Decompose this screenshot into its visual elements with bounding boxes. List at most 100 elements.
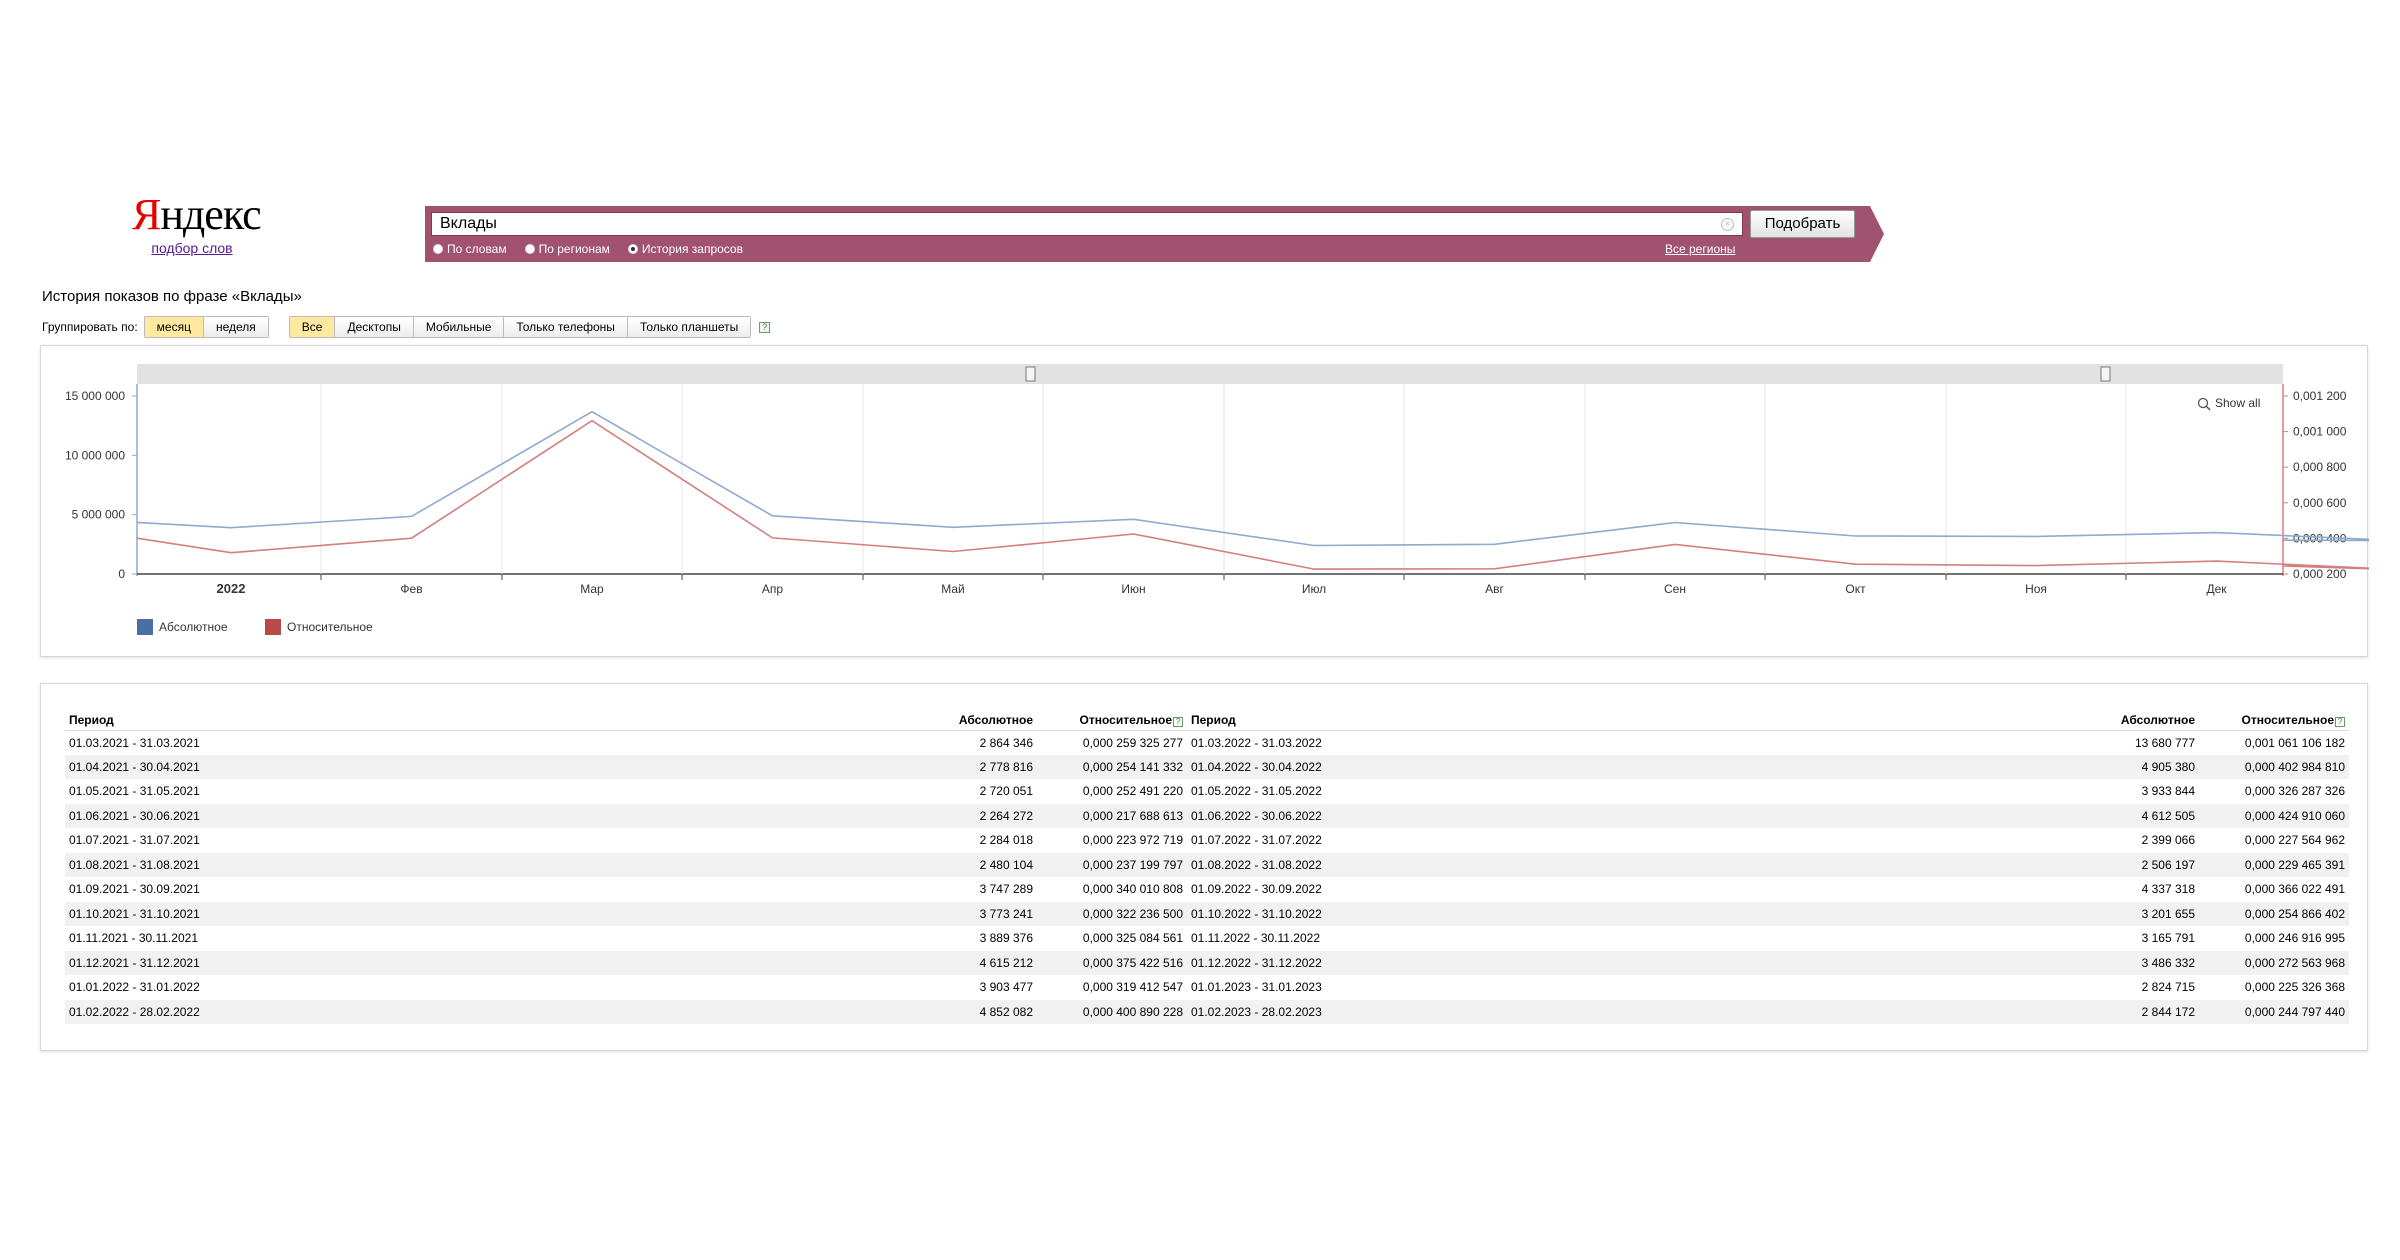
table-row: 01.11.2021 - 30.11.2021 3 889 376 0,000 32…	[65, 926, 1187, 951]
cell-relative: 0,000 402 984 810	[2199, 754, 2349, 779]
group-by-label: Группировать по:	[42, 320, 138, 334]
show-all-label[interactable]: Show all	[2215, 396, 2260, 410]
device-all-button[interactable]: Все	[289, 317, 336, 337]
device-mobile-button[interactable]: Мобильные	[413, 317, 505, 337]
cell-absolute: 3 903 477	[979, 980, 1033, 995]
yandex-logo[interactable]: Яндекс подбор слов	[132, 192, 262, 257]
cell-relative: 0,000 229 465 391	[2199, 852, 2349, 877]
table-header-row: Период Абсолютное Относительное?	[1187, 710, 2349, 731]
search-mode-radios: По словам По регионам История запросов	[433, 242, 743, 256]
cell-period: 01.10.2021 - 31.10.2021	[65, 901, 887, 926]
header-relative-label: Относительное	[1079, 712, 1172, 727]
search-input[interactable]: Вклады ×	[431, 212, 1743, 236]
device-desktop-button[interactable]: Десктопы	[335, 317, 414, 337]
cell-absolute: 2 720 051	[979, 784, 1033, 799]
show-all-button[interactable]: Show all	[2197, 396, 2261, 411]
y-tick-label-left: 15 000 000	[65, 389, 125, 403]
header-relative[interactable]: Относительное?	[1037, 710, 1187, 731]
cell-absolute: 2 264 272	[887, 803, 1037, 828]
cell-absolute: 2 778 816	[887, 754, 1037, 779]
table-row: 01.10.2021 - 31.10.2021 3 773 241 0,000 32…	[65, 901, 1187, 926]
table-row: 01.09.2022 - 30.09.2022 4 337 318 0,000 36…	[1187, 877, 2349, 902]
wordstat-link[interactable]: подбор слов	[132, 240, 252, 256]
logo-rest: ндекс	[160, 190, 261, 239]
y-tick-label-right: 0,000 800	[2293, 460, 2347, 474]
history-table-right: Период Абсолютное Относительное? 01.03.2…	[1187, 710, 2349, 1024]
help-icon[interactable]: ?	[759, 321, 771, 333]
cell-relative: 0,000 322 236 500	[1037, 901, 1187, 926]
header-absolute[interactable]: Абсолютное	[887, 710, 1037, 731]
cell-period: 01.11.2022 - 30.11.2022	[1191, 931, 1320, 946]
header-period: Период	[65, 710, 887, 731]
cell-absolute: 3 201 655	[2049, 901, 2199, 926]
submit-button[interactable]: Подобрать	[1750, 210, 1855, 238]
x-tick-label: Мар	[580, 582, 604, 596]
table-row: 01.03.2021 - 31.03.2021 2 864 346 0,000 25…	[65, 730, 1187, 755]
table-row: 01.05.2021 - 31.05.2021 2 720 051 0,000 25…	[65, 779, 1187, 804]
radio-icon[interactable]	[433, 244, 443, 254]
cell-relative: 0,000 272 563 968	[2199, 950, 2349, 975]
legend-label-absolute[interactable]: Абсолютное	[159, 620, 228, 634]
navigator-track[interactable]	[137, 364, 2283, 384]
cell-period: 01.11.2021 - 30.11.2021	[69, 931, 198, 946]
cell-period: 01.09.2021 - 30.09.2021	[69, 882, 200, 897]
cell-relative: 0,000 254 866 402	[2199, 901, 2349, 926]
table-row: 01.05.2022 - 31.05.2022 3 933 844 0,000 32…	[1187, 779, 2349, 804]
y-tick-label-right: 0,001 000	[2293, 425, 2347, 439]
radio-label: По словам	[447, 242, 507, 256]
radio-history[interactable]: История запросов	[627, 242, 743, 256]
table-header-row: Период Абсолютное Относительное?	[65, 710, 1187, 731]
group-month-button[interactable]: месяц	[144, 317, 204, 337]
help-icon[interactable]: ?	[2335, 716, 2345, 727]
cell-period: 01.10.2022 - 31.10.2022	[1187, 901, 2049, 926]
cell-relative: 0,000 375 422 516	[1037, 950, 1187, 975]
legend-label-relative[interactable]: Относительное	[287, 620, 373, 634]
cell-relative: 0,000 326 287 326	[2244, 784, 2345, 799]
table-row: 01.12.2021 - 31.12.2021 4 615 212 0,000 37…	[65, 950, 1187, 975]
x-tick-label: Ноя	[2025, 582, 2047, 596]
navigator-handle-left[interactable]	[1025, 366, 1036, 382]
cell-absolute: 3 773 241	[887, 901, 1037, 926]
x-tick-label: Дек	[2206, 582, 2227, 596]
cell-period: 01.03.2021 - 31.03.2021	[69, 735, 200, 750]
radio-by-words[interactable]: По словам	[433, 242, 507, 256]
cell-relative: 0,000 319 412 547	[1082, 980, 1183, 995]
cell-relative: 0,000 424 910 060	[2199, 803, 2349, 828]
search-input-value[interactable]: Вклады	[440, 215, 1721, 233]
cell-absolute: 2 824 715	[2141, 980, 2195, 995]
radio-selected-icon[interactable]	[627, 244, 638, 254]
cell-period: 01.06.2021 - 30.06.2021	[65, 803, 887, 828]
cell-absolute: 2 864 346	[979, 735, 1033, 750]
help-icon[interactable]: ?	[1173, 716, 1183, 727]
cell-period: 01.01.2022 - 31.01.2022	[69, 980, 200, 995]
clear-icon[interactable]: ×	[1721, 217, 1734, 231]
cell-period: 01.02.2023 - 28.02.2023	[1187, 999, 2049, 1024]
table-row: 01.06.2021 - 30.06.2021 2 264 272 0,000 21…	[65, 803, 1187, 828]
x-tick-label: Фев	[400, 582, 422, 596]
header-absolute[interactable]: Абсолютное	[2049, 710, 2199, 731]
cell-relative: 0,000 225 326 368	[2244, 980, 2345, 995]
device-phones-button[interactable]: Только телефоны	[504, 317, 628, 337]
cell-relative: 0,000 254 141 332	[1037, 754, 1187, 779]
history-chart: 15 000 000 10 000 000 5 000 000 0 0,001 200…	[65, 364, 2369, 635]
table-row: 01.06.2022 - 30.06.2022 4 612 505 0,000 42…	[1187, 803, 2349, 828]
header-relative[interactable]: Относительное?	[2199, 710, 2349, 731]
cell-relative: 0,000 244 797 440	[2199, 999, 2349, 1024]
x-tick-label: Окт	[1845, 582, 1866, 596]
cell-absolute: 2 506 197	[2049, 852, 2199, 877]
cell-period: 01.08.2022 - 31.08.2022	[1187, 852, 2049, 877]
group-week-button[interactable]: неделя	[203, 317, 268, 337]
cell-absolute: 13 680 777	[2134, 735, 2195, 750]
cell-relative: 0,000 325 084 561	[1082, 931, 1183, 946]
all-regions-link[interactable]: Все регионы	[1665, 242, 1735, 256]
cell-period: 01.12.2022 - 31.12.2022	[1187, 950, 2049, 975]
radio-by-regions[interactable]: По регионам	[524, 242, 610, 256]
cell-absolute: 4 615 212	[887, 950, 1037, 975]
device-tablets-button[interactable]: Только планшеты	[627, 317, 751, 337]
series-line-relative	[136, 419, 2369, 570]
cell-relative: 0,000 237 199 797	[1037, 852, 1187, 877]
cell-absolute: 4 612 505	[2049, 803, 2199, 828]
radio-icon[interactable]	[524, 244, 535, 254]
cell-absolute: 3 747 289	[979, 882, 1033, 897]
navigator-handle-right[interactable]	[2100, 366, 2111, 382]
